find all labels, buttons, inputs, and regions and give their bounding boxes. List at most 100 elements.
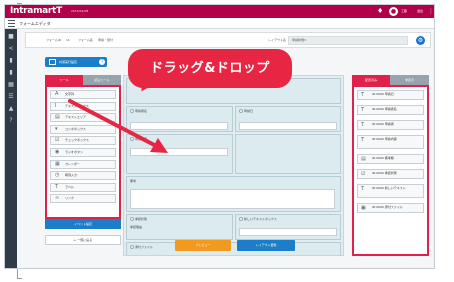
drag-drop-callout: ドラッグ&ドロップ <box>128 49 292 88</box>
layout-update-button[interactable]: レイアウト更新 <box>237 240 295 251</box>
field-type-icon: ▤ <box>361 156 366 162</box>
checkbox-icon <box>130 217 134 221</box>
doc2-icon[interactable]: ▮ <box>7 69 15 77</box>
applicant-name-input[interactable] <box>130 122 228 130</box>
palette-item[interactable]: ☑ チェックボックス <box>50 136 116 146</box>
field-type-icon: T <box>361 107 365 113</box>
header-date: 2015/01/08 <box>71 9 89 13</box>
application-content-input[interactable] <box>130 148 228 156</box>
canvas-cell[interactable]: 備考 <box>126 176 341 212</box>
sub-header: フォームエディタ <box>5 18 434 29</box>
common-exec-settings-button[interactable]: 共通実行設定 ? <box>45 57 107 67</box>
placed-item[interactable]: T ID:0000 申請内容 <box>357 135 424 149</box>
palette-item[interactable]: T ラベル <box>50 182 116 192</box>
palette-item[interactable]: ◉ ラジオボタン <box>50 147 116 157</box>
hamburger-menu-icon[interactable] <box>8 20 15 27</box>
placed-item[interactable]: ▤ ID:0000 備考欄 <box>357 154 424 164</box>
back-to-list-button[interactable]: ← 一覧に戻る <box>45 235 121 245</box>
placed-item-label: ID:0000 備考欄 <box>372 156 394 160</box>
palette-item-label: テキストエリア <box>65 115 86 120</box>
tool-palette: ツール 読込ツール A 文字列 I テキストボックス ▤ テキストエリア ▾ コンボボックス ☑… <box>45 75 121 268</box>
clock-icon: ◷ <box>55 172 60 179</box>
placed-item[interactable]: T ID:0000 申請者名 <box>357 105 424 115</box>
palette-item[interactable]: ∞ リンク <box>50 194 116 204</box>
gear-icon[interactable]: ⚙ <box>416 36 425 45</box>
form-meta-bar: フォームID 11 フォーム名 申請・受付 レイアウト名 申請新規3 ⚙ <box>25 32 431 48</box>
tab-tools[interactable]: ツール <box>45 75 83 85</box>
placed-item-label: ID:0000 申請日 <box>372 92 394 96</box>
calendar-icon: ▦ <box>55 160 60 167</box>
application-date-input[interactable] <box>239 122 337 130</box>
placed-item-label: ID:0000 添付ファイル <box>372 205 403 209</box>
text-icon: A <box>55 91 59 97</box>
field-type-icon: ▣ <box>361 205 366 211</box>
tab-placed[interactable]: 配置済み <box>352 75 390 85</box>
checkbox-icon: ☑ <box>55 137 60 144</box>
field-type-icon: T <box>361 186 365 192</box>
textbox-num-icon <box>130 137 134 141</box>
tab-read-tools[interactable]: 読込ツール <box>83 75 121 85</box>
grid-icon[interactable]: ▦ <box>7 81 15 89</box>
placed-item-label: ID:0000 承認状態 <box>372 171 397 175</box>
layout-name-value: 申請新規3 <box>292 38 306 42</box>
placed-items-list: T ID:0000 申請日 T ID:0000 申請者名 T ID:0000 申請者 T ID… <box>352 85 429 256</box>
new-textbox-input[interactable] <box>239 228 337 236</box>
brand-logo[interactable]: IntramartT <box>10 5 62 18</box>
field-type-icon: T <box>361 137 365 143</box>
placed-item[interactable]: ▣ ID:0000 添付ファイル <box>357 203 424 213</box>
palette-item-label: コンボボックス <box>65 126 86 131</box>
form-canvas[interactable]: 申請者名 申請日 申請内容 備考 承認状態 承認理由 新しいテキストボックス 添… <box>123 75 344 256</box>
list-icon[interactable]: ☰ <box>7 93 15 101</box>
layout-name-field[interactable] <box>288 36 408 45</box>
placed-item-label: ID:0000 新しいテキスト <box>372 186 406 190</box>
bell-icon[interactable]: ♦ <box>377 7 383 16</box>
doc-icon[interactable]: ▮ <box>7 57 15 65</box>
event-settings-button[interactable]: イベント設定 <box>45 219 121 229</box>
placed-item[interactable]: T ID:0000 新しいテキスト <box>357 184 424 198</box>
placed-item-label: ID:0000 申請内容 <box>372 137 397 141</box>
canvas-cell[interactable]: 申請内容 <box>126 134 233 174</box>
preview-button[interactable]: プレビュー <box>175 240 231 251</box>
home-icon[interactable]: ■ <box>7 33 15 41</box>
palette-item[interactable]: ◷ 時刻入力 <box>50 171 116 181</box>
palette-item[interactable]: ▦ カレンダー <box>50 159 116 169</box>
logout-link[interactable]: 退出 <box>417 5 423 18</box>
palette-item[interactable]: ▾ コンボボックス <box>50 124 116 134</box>
cell-label: 申請日 <box>244 109 254 113</box>
placed-item[interactable]: T ID:0000 申請日 <box>357 90 424 100</box>
cell-label: 承認理由 <box>130 225 143 229</box>
more-icon[interactable]: ⋮ <box>428 5 434 18</box>
combobox-icon: ▾ <box>55 125 58 132</box>
palette-item-label: リンク <box>65 196 75 201</box>
textbox-num-icon <box>239 109 243 113</box>
palette-item[interactable]: ▤ テキストエリア <box>50 113 116 123</box>
textbox-icon: I <box>55 102 57 109</box>
canvas-cell[interactable]: 申請日 <box>235 106 341 132</box>
user-name[interactable]: 工藤 <box>401 5 407 18</box>
common-exec-settings-label: 共通実行設定 <box>59 60 78 64</box>
chart-icon[interactable]: ▲ <box>7 105 15 113</box>
user-avatar-icon[interactable]: ● <box>389 7 398 16</box>
textbox-num-icon <box>239 217 243 221</box>
canvas-cell[interactable]: 添付ファイル <box>126 242 341 255</box>
help-icon[interactable]: ? <box>7 117 15 125</box>
canvas-cell-empty[interactable] <box>235 134 341 174</box>
placed-item[interactable]: ☑ ID:0000 承認状態 <box>357 169 424 179</box>
form-name-label: フォーム名 <box>78 38 93 42</box>
placed-item[interactable]: T ID:0000 申請者 <box>357 120 424 130</box>
canvas-cell[interactable]: 申請者名 <box>126 106 233 132</box>
palette-item-label: 時刻入力 <box>65 173 78 178</box>
remarks-textarea[interactable] <box>130 189 335 209</box>
canvas-cell[interactable]: 承認状態 承認理由 <box>126 214 233 240</box>
canvas-cell[interactable]: 新しいテキストボックス <box>235 214 341 240</box>
field-type-icon: ☑ <box>361 171 366 177</box>
palette-item[interactable]: I テキストボックス <box>50 101 116 111</box>
cell-label: 新しいテキストボックス <box>244 217 277 221</box>
radio-icon: ◉ <box>55 148 60 155</box>
help-badge[interactable]: ? <box>99 59 105 65</box>
cell-label: 添付ファイル <box>135 245 154 249</box>
form-id-value: 11 <box>66 38 70 42</box>
share-icon[interactable]: < <box>7 45 15 53</box>
palette-item[interactable]: A 文字列 <box>50 90 116 99</box>
tab-hidden[interactable]: 非表示 <box>390 75 429 85</box>
